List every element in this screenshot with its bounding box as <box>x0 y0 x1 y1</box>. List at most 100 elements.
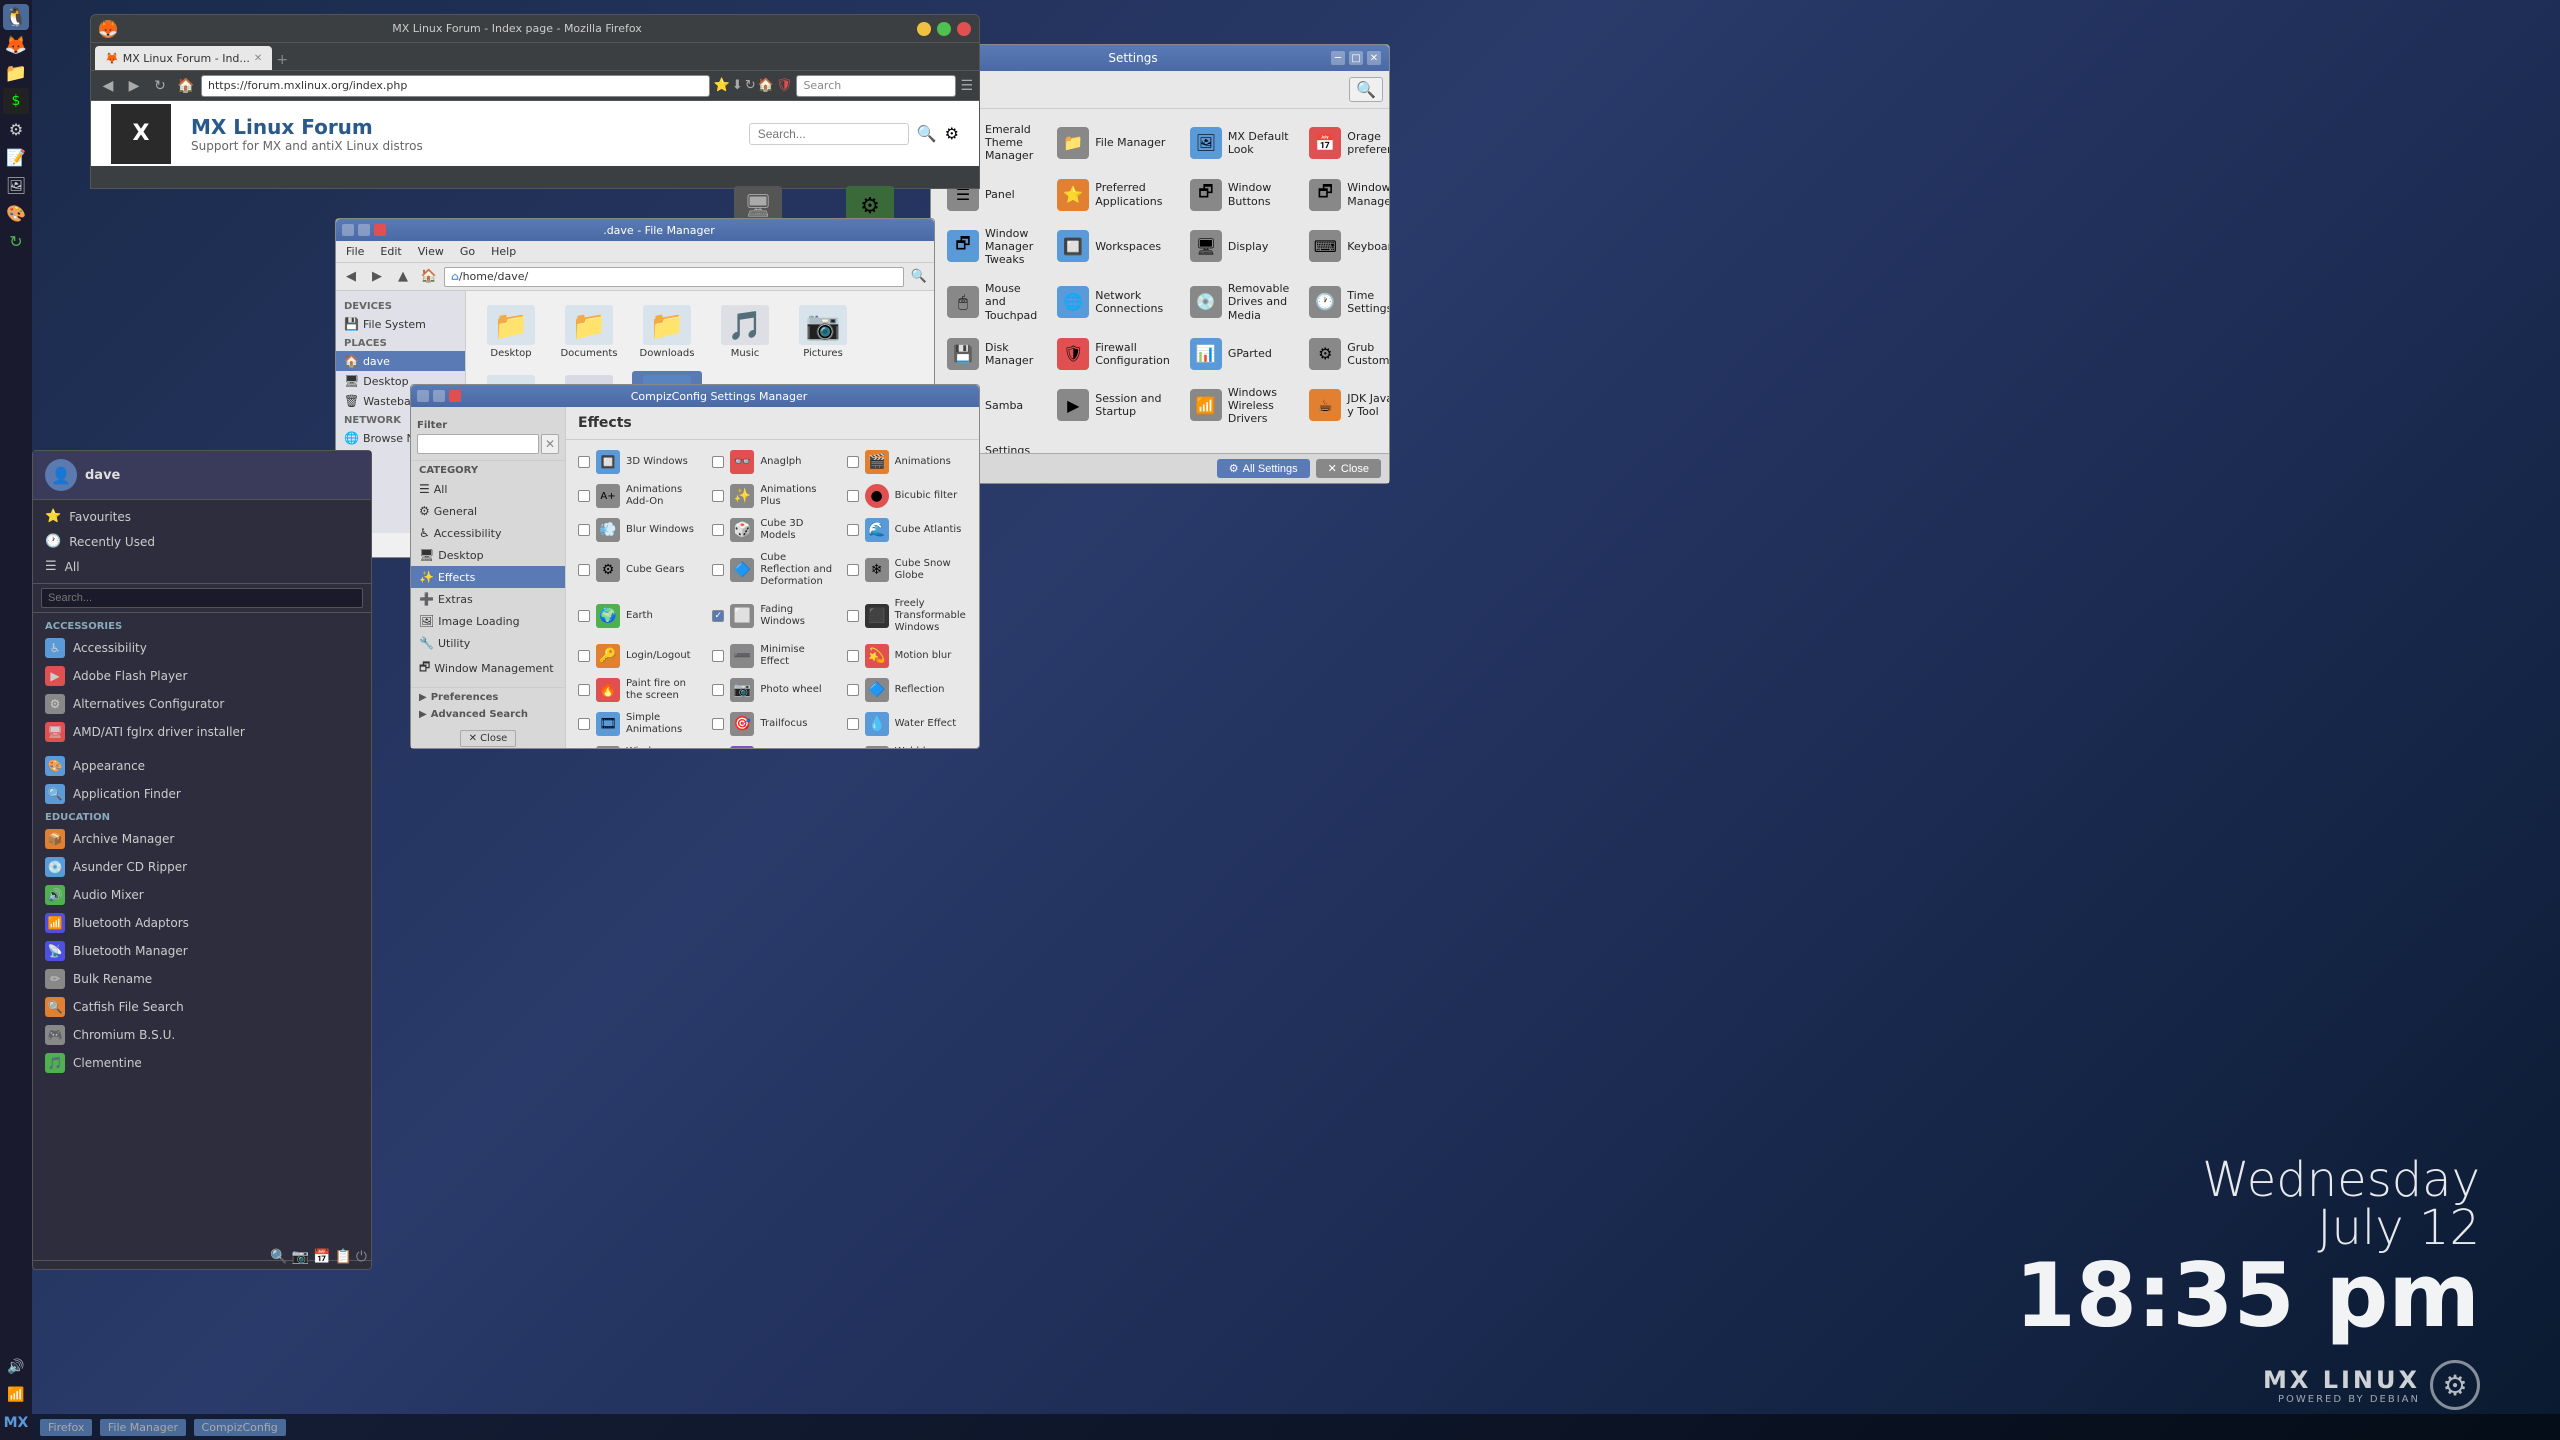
plugin-animations-addon[interactable]: A+ Animations Add-On <box>572 480 704 512</box>
nav-item-recently-used[interactable]: 🕐 Recently Used <box>33 529 371 554</box>
fm-search-button[interactable]: 🔍 <box>908 266 930 288</box>
plugin-cube-reflection[interactable]: 🔷 Cube Reflection and Deformation <box>706 548 838 592</box>
fm-up-button[interactable]: ▲ <box>392 266 414 288</box>
plugin-login-logout[interactable]: 🔑 Login/Logout <box>572 640 704 672</box>
compiz-cat-general[interactable]: ⚙ General <box>411 500 565 522</box>
plugin-cube-snow-check[interactable] <box>847 564 859 576</box>
plugin-login-check[interactable] <box>578 650 590 662</box>
plugin-animations-check[interactable] <box>847 456 859 468</box>
fm-back-button[interactable]: ◀ <box>340 266 362 288</box>
app-item-audio-mixer[interactable]: 🔊 Audio Mixer <box>33 881 371 909</box>
firefox-taskbar-icon[interactable]: 🦊 <box>3 32 29 58</box>
settings-minimize-button[interactable]: ─ <box>1331 51 1345 65</box>
browser-menu-button[interactable]: ☰ <box>960 78 973 94</box>
plugin-animations-addon-check[interactable] <box>578 490 590 502</box>
fm-device-filesystem[interactable]: 💾 File System <box>336 314 465 334</box>
browser-maximize-button[interactable] <box>937 22 951 36</box>
plugin-earth-check[interactable] <box>578 610 590 622</box>
plugin-fading-windows[interactable]: ✓ ⬜ Fading Windows <box>706 594 838 638</box>
plugin-cube-atlantis-check[interactable] <box>847 524 859 536</box>
settings-close-btn[interactable]: ✕ Close <box>1316 459 1381 478</box>
home-button[interactable]: 🏠 <box>175 75 197 97</box>
app-item-adobe-flash[interactable]: ▶ Adobe Flash Player <box>33 662 371 690</box>
fm-folder-downloads[interactable]: 📁 Downloads <box>632 301 702 363</box>
plugin-bicubic-filter[interactable]: ● Bicubic filter <box>841 480 973 512</box>
update-taskbar-icon[interactable]: ↻ <box>3 228 29 254</box>
app-menu-search-input[interactable] <box>41 588 363 608</box>
compiz-filter-input[interactable] <box>417 434 539 454</box>
plugin-wobbly-windows[interactable]: 〰 Wobbly Windows <box>841 742 973 748</box>
settings-item-time[interactable]: 🕐 Time Settings <box>1303 278 1389 326</box>
plugin-freely-check[interactable] <box>847 610 859 622</box>
plugin-photo-wheel[interactable]: 📷 Photo wheel <box>706 674 838 706</box>
compiz-cat-utility[interactable]: 🔧 Utility <box>411 632 565 654</box>
plugin-3d-windows[interactable]: 🔲 3D Windows <box>572 446 704 478</box>
plugin-wizard[interactable]: 🎩 Wizard <box>706 742 838 748</box>
task-icon-bottom[interactable]: 📋 <box>334 1249 351 1265</box>
plugin-trailfocus[interactable]: 🎯 Trailfocus <box>706 708 838 740</box>
terminal-taskbar-icon[interactable]: $ <box>3 88 29 114</box>
fm-forward-button[interactable]: ▶ <box>366 266 388 288</box>
settings-item-workspaces[interactable]: 🔲 Workspaces <box>1051 223 1176 271</box>
settings-item-file-manager[interactable]: 📁 File Manager <box>1051 119 1176 167</box>
plugin-cube-gears[interactable]: ⚙ Cube Gears <box>572 548 704 592</box>
plugin-freely-transformable[interactable]: ⬛ Freely Transformable Windows <box>841 594 973 638</box>
fm-minimize-button[interactable] <box>342 224 354 236</box>
plugin-water-effect[interactable]: 💧 Water Effect <box>841 708 973 740</box>
compiz-cat-accessibility[interactable]: ♿ Accessibility <box>411 522 565 544</box>
bookmark-icon[interactable]: ⭐ <box>714 78 730 93</box>
plugin-animations-plus[interactable]: ✨ Animations Plus <box>706 480 838 512</box>
plugin-cube-3d-models[interactable]: 🎲 Cube 3D Models <box>706 514 838 546</box>
settings-item-disk-manager[interactable]: 💾 Disk Manager <box>941 334 1043 374</box>
fm-menu-edit[interactable]: Edit <box>374 243 407 260</box>
compiz-cat-image-loading[interactable]: 🖼 Image Loading <box>411 610 565 632</box>
compiz-filter-clear-button[interactable]: ✕ <box>541 434 559 454</box>
settings-item-preferred-apps[interactable]: ⭐ Preferred Applications <box>1051 175 1176 215</box>
fm-home-button[interactable]: 🏠 <box>418 266 440 288</box>
settings-item-orage[interactable]: 📅 Orage preferences <box>1303 119 1389 167</box>
forward-button[interactable]: ▶ <box>123 75 145 97</box>
nav-item-favourites[interactable]: ⭐ Favourites <box>33 504 371 529</box>
plugin-cube-reflection-check[interactable] <box>712 564 724 576</box>
plugin-simple-anim-check[interactable] <box>578 718 590 730</box>
plugin-paint-fire-check[interactable] <box>578 684 590 696</box>
settings-item-session[interactable]: ▶ Session and Startup <box>1051 382 1176 430</box>
mx-logo-taskbar[interactable]: MX <box>3 1410 29 1436</box>
app-item-amd-ati[interactable]: 🖥 AMD/ATI fglrx driver installer <box>33 718 371 746</box>
start-menu-button[interactable]: 🐧 <box>3 4 29 30</box>
forum-search-input[interactable] <box>749 123 909 145</box>
plugin-motion-blur-check[interactable] <box>847 650 859 662</box>
fm-menu-view[interactable]: View <box>412 243 450 260</box>
settings-item-jdk[interactable]: ☕ JDK Java 8 y Tool <box>1303 382 1389 430</box>
plugin-fading-check[interactable]: ✓ <box>712 610 724 622</box>
fm-menu-go[interactable]: Go <box>454 243 481 260</box>
fm-path-bar[interactable]: ⌂ /home/dave/ <box>444 267 904 287</box>
app-item-bluetooth-manager[interactable]: 📡 Bluetooth Manager <box>33 937 371 965</box>
plugin-blur-windows[interactable]: 💨 Blur Windows <box>572 514 704 546</box>
fm-folder-documents[interactable]: 📁 Documents <box>554 301 624 363</box>
fm-maximize-button[interactable] <box>358 224 370 236</box>
taskbar-app-firefox[interactable]: Firefox <box>40 1419 92 1436</box>
fm-close-button[interactable] <box>374 224 386 236</box>
reload-button[interactable]: ↻ <box>149 75 171 97</box>
plugin-reflection[interactable]: 🔷 Reflection <box>841 674 973 706</box>
app-item-appearance[interactable]: 🎨 Appearance <box>33 752 371 780</box>
fm-place-dave[interactable]: 🏠 dave <box>336 351 465 371</box>
compiz-close-button[interactable] <box>449 390 461 402</box>
settings-item-gparted[interactable]: 📊 GParted <box>1184 334 1295 374</box>
plugin-cube-snow[interactable]: ❄ Cube Snow Globe <box>841 548 973 592</box>
text-editor-taskbar-icon[interactable]: 📝 <box>3 144 29 170</box>
tab-close-button[interactable]: ✕ <box>254 53 262 64</box>
plugin-animations-plus-check[interactable] <box>712 490 724 502</box>
plugin-minimise-check[interactable] <box>712 650 724 662</box>
app-item-clementine[interactable]: 🎵 Clementine <box>33 1049 371 1077</box>
compiz-close-btn[interactable]: ✕ Close <box>460 730 517 747</box>
browser-minimize-button[interactable] <box>917 22 931 36</box>
settings-item-removable-drives[interactable]: 💿 Removable Drives and Media <box>1184 278 1295 326</box>
plugin-blur-check[interactable] <box>578 524 590 536</box>
taskbar-app-compiz[interactable]: CompizConfig <box>194 1419 286 1436</box>
settings-item-window-manager[interactable]: 🗗 Window Manager <box>1303 175 1389 215</box>
settings-item-wireless-drivers[interactable]: 📶 Windows Wireless Drivers <box>1184 382 1295 430</box>
settings-item-mx-default-look[interactable]: 🖼 MX Default Look <box>1184 119 1295 167</box>
app-item-archive-manager[interactable]: 📦 Archive Manager <box>33 825 371 853</box>
